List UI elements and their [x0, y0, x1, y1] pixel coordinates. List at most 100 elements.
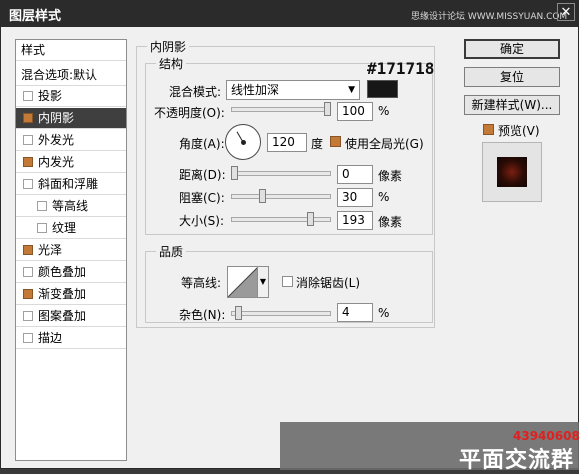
- style-item-checkbox[interactable]: [23, 91, 33, 101]
- style-preview: [482, 142, 542, 202]
- anti-alias-checkbox[interactable]: [282, 276, 293, 287]
- style-item-label: 等高线: [52, 199, 89, 213]
- distance-unit: 像素: [378, 169, 403, 183]
- style-item[interactable]: 图案叠加: [16, 306, 126, 327]
- qq-group-number: 43940608: [513, 429, 579, 443]
- distance-label: 距离(D):: [179, 168, 226, 182]
- global-light-checkbox[interactable]: [330, 136, 341, 147]
- layer-style-dialog: 图层样式 思缘设计论坛 WWW.MISSYUAN.COM ✕ 样式 混合选项:默…: [0, 0, 579, 473]
- ok-button[interactable]: 确定: [464, 39, 560, 59]
- dialog-title: 图层样式: [9, 9, 62, 24]
- styles-header[interactable]: 样式: [16, 40, 126, 61]
- global-light-label: 使用全局光(G): [345, 137, 424, 151]
- style-item[interactable]: 内阴影: [16, 108, 126, 129]
- style-item[interactable]: 渐变叠加: [16, 284, 126, 305]
- style-item-checkbox[interactable]: [37, 201, 47, 211]
- group-text: 平面交流群: [459, 448, 575, 473]
- style-item-checkbox[interactable]: [23, 135, 33, 145]
- distance-slider-thumb[interactable]: [231, 166, 238, 180]
- close-icon[interactable]: ✕: [557, 3, 575, 21]
- contour-label: 等高线:: [181, 276, 222, 290]
- noise-label: 杂色(N):: [179, 308, 226, 322]
- styles-list: 样式 混合选项:默认 投影内阴影外发光内发光斜面和浮雕等高线纹理光泽颜色叠加渐变…: [15, 39, 127, 461]
- opacity-label: 不透明度(O):: [154, 106, 225, 120]
- style-item[interactable]: 颜色叠加: [16, 262, 126, 283]
- style-item-label: 颜色叠加: [38, 265, 87, 279]
- style-item-checkbox[interactable]: [23, 267, 33, 277]
- noise-unit: %: [378, 306, 390, 320]
- quality-title: 品质: [156, 243, 187, 260]
- contour-curve-icon: [228, 267, 258, 297]
- size-slider[interactable]: [231, 212, 331, 226]
- style-item-label: 图案叠加: [38, 309, 87, 323]
- reset-button[interactable]: 复位: [464, 67, 560, 87]
- structure-title: 结构: [156, 55, 187, 72]
- distance-input[interactable]: 0: [337, 165, 373, 184]
- opacity-unit: %: [378, 104, 390, 118]
- color-hex-annotation: #171718: [367, 59, 435, 78]
- style-item[interactable]: 内发光: [16, 152, 126, 173]
- blend-options-item[interactable]: 混合选项:默认: [16, 65, 126, 86]
- blend-mode-label: 混合模式:: [169, 85, 222, 99]
- inner-shadow-title: 内阴影: [147, 38, 190, 55]
- choke-slider[interactable]: [231, 189, 331, 203]
- style-item-checkbox[interactable]: [23, 245, 33, 255]
- noise-input[interactable]: 4: [337, 303, 373, 322]
- angle-center-dot: [241, 140, 246, 145]
- choke-label: 阻塞(C):: [179, 191, 225, 205]
- style-item-checkbox[interactable]: [23, 179, 33, 189]
- distance-slider[interactable]: [231, 166, 331, 180]
- choke-input[interactable]: 30: [337, 188, 373, 207]
- style-item-checkbox[interactable]: [23, 333, 33, 343]
- style-item-label: 投影: [38, 89, 63, 103]
- style-item-checkbox[interactable]: [23, 157, 33, 167]
- contour-picker[interactable]: ▼: [227, 266, 269, 298]
- style-item-checkbox[interactable]: [23, 289, 33, 299]
- size-label: 大小(S):: [179, 214, 225, 228]
- size-slider-thumb[interactable]: [307, 212, 314, 226]
- style-item[interactable]: 纹理: [16, 218, 126, 239]
- style-item-label: 光泽: [38, 243, 63, 257]
- blend-mode-select[interactable]: 线性加深 ▼: [226, 80, 360, 100]
- angle-unit: 度: [311, 137, 324, 151]
- contour-dropdown-icon[interactable]: ▼: [257, 267, 268, 297]
- preview-checkbox[interactable]: [483, 124, 494, 135]
- angle-label: 角度(A):: [179, 137, 225, 151]
- style-item[interactable]: 光泽: [16, 240, 126, 261]
- preview-label: 预览(V): [498, 124, 540, 138]
- site-watermark: 思缘设计论坛 WWW.MISSYUAN.COM: [411, 12, 568, 22]
- style-item[interactable]: 投影: [16, 86, 126, 107]
- size-unit: 像素: [378, 215, 403, 229]
- anti-alias-label: 消除锯齿(L): [296, 276, 361, 290]
- style-item-label: 内发光: [38, 155, 75, 169]
- style-item-label: 内阴影: [38, 111, 75, 125]
- opacity-input[interactable]: 100: [337, 102, 373, 121]
- opacity-slider-thumb[interactable]: [324, 102, 331, 116]
- choke-slider-thumb[interactable]: [259, 189, 266, 203]
- noise-slider-thumb[interactable]: [235, 306, 242, 320]
- style-item-label: 描边: [38, 331, 63, 345]
- chevron-down-icon: ▼: [348, 85, 355, 95]
- style-item-label: 斜面和浮雕: [38, 177, 99, 191]
- style-item-label: 纹理: [52, 221, 77, 235]
- style-item-label: 渐变叠加: [38, 287, 87, 301]
- opacity-slider[interactable]: [231, 102, 331, 116]
- noise-slider[interactable]: [231, 306, 331, 320]
- style-item[interactable]: 描边: [16, 328, 126, 349]
- style-item-checkbox[interactable]: [37, 223, 47, 233]
- title-bar[interactable]: 图层样式 思缘设计论坛 WWW.MISSYUAN.COM ✕: [1, 1, 578, 27]
- blend-mode-value: 线性加深: [231, 83, 280, 97]
- new-style-button[interactable]: 新建样式(W)...: [464, 95, 560, 115]
- preview-thumbnail: [497, 157, 527, 187]
- style-item[interactable]: 斜面和浮雕: [16, 174, 126, 195]
- style-item-checkbox[interactable]: [23, 311, 33, 321]
- style-item-label: 外发光: [38, 133, 75, 147]
- angle-dial[interactable]: [225, 124, 261, 160]
- style-item[interactable]: 等高线: [16, 196, 126, 217]
- style-item-checkbox[interactable]: [23, 113, 33, 123]
- angle-input[interactable]: 120: [267, 133, 307, 152]
- shadow-color-swatch[interactable]: [367, 80, 398, 98]
- size-input[interactable]: 193: [337, 211, 373, 230]
- style-item[interactable]: 外发光: [16, 130, 126, 151]
- choke-unit: %: [378, 190, 390, 204]
